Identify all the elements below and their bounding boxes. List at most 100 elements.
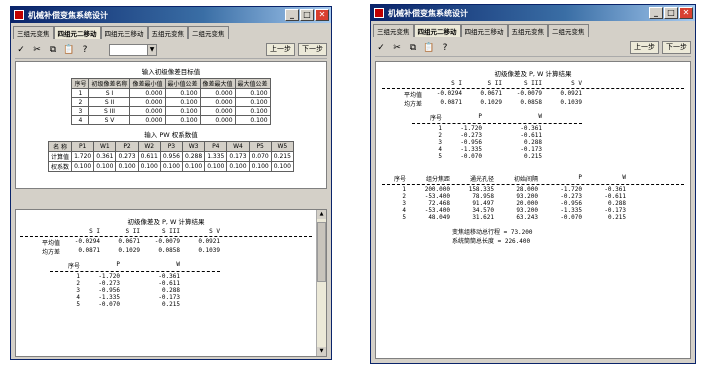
- table-cell[interactable]: 0.100: [71, 161, 95, 172]
- pw-weight-table: 名 称 P1 W1 P2 W2 P3 W3 P4 W4 P5 W5 计算值 1.720 0.361 0.27…: [48, 141, 294, 172]
- table-cell[interactable]: 0.100: [159, 161, 184, 172]
- tab-4[interactable]: 五组元变焦: [147, 26, 188, 39]
- table-cell[interactable]: S II: [88, 97, 131, 107]
- table-cell[interactable]: 0.273: [115, 151, 139, 162]
- right-results-panel[interactable]: 初级像差及 P, W 计算结果 S I S II S III S V 平均值 -0.0294…: [375, 61, 691, 359]
- table-cell[interactable]: 0.100: [234, 115, 271, 125]
- table-cell[interactable]: 0.100: [234, 106, 271, 116]
- tab-4[interactable]: 五组元变焦: [507, 24, 548, 37]
- table-cell[interactable]: 0.100: [234, 97, 271, 107]
- table-cell[interactable]: 1.335: [204, 151, 228, 162]
- left-title-bar[interactable]: 机械补偿变焦系统设计 _ □ ✕: [11, 7, 331, 23]
- minimize-button[interactable]: _: [649, 7, 663, 19]
- next-step-button[interactable]: 下一步: [298, 43, 327, 56]
- prev-step-button[interactable]: 上一步: [630, 41, 659, 54]
- next-step-button[interactable]: 下一步: [662, 41, 691, 54]
- maximize-button[interactable]: □: [300, 9, 314, 21]
- copy-icon[interactable]: ⧉: [407, 42, 419, 54]
- table-cell[interactable]: 0.070: [248, 151, 272, 162]
- table-cell[interactable]: 4: [71, 115, 90, 125]
- close-button[interactable]: ✕: [315, 9, 329, 21]
- tab-3[interactable]: 四组元三移动: [100, 26, 148, 39]
- help-icon[interactable]: ?: [79, 44, 91, 56]
- prev-step-button[interactable]: 上一步: [266, 43, 295, 56]
- scroll-down-icon[interactable]: ▼: [317, 347, 326, 356]
- tab-2[interactable]: 四组元二移动: [53, 26, 101, 39]
- table-cell[interactable]: 0.000: [129, 106, 166, 116]
- column-header: P2: [115, 141, 139, 152]
- table-cell[interactable]: 0.000: [129, 97, 166, 107]
- table-cell[interactable]: 0.100: [164, 88, 201, 98]
- table-cell[interactable]: 0.100: [234, 88, 271, 98]
- table-cell[interactable]: S I: [88, 88, 131, 98]
- tab-2[interactable]: 四组元二移动: [413, 24, 461, 37]
- table-cell[interactable]: 0.361: [93, 151, 117, 162]
- table-cell[interactable]: 0.000: [199, 115, 236, 125]
- option-dropdown[interactable]: ▼: [109, 43, 157, 56]
- cut-icon[interactable]: ✂: [391, 42, 403, 54]
- column-header: W3: [181, 141, 206, 152]
- table-cell[interactable]: 0.000: [199, 97, 236, 107]
- table-cell[interactable]: S III: [88, 106, 131, 116]
- table-cell[interactable]: 0.100: [270, 161, 294, 172]
- table-cell[interactable]: 0.611: [137, 151, 161, 162]
- table-cell[interactable]: 0.100: [164, 115, 201, 125]
- results-title: 初级像差及 P, W 计算结果: [127, 218, 205, 226]
- table-cell[interactable]: 0.100: [93, 161, 117, 172]
- cut-icon[interactable]: ✂: [31, 44, 43, 56]
- table-cell[interactable]: 1: [71, 88, 90, 98]
- tab-3[interactable]: 四组元三移动: [460, 24, 508, 37]
- table-cell[interactable]: 0.100: [164, 97, 201, 107]
- table-cell[interactable]: 0.288: [181, 151, 206, 162]
- table-cell[interactable]: 0.956: [159, 151, 184, 162]
- table-cell[interactable]: 0.100: [115, 161, 139, 172]
- help-icon[interactable]: ?: [439, 42, 451, 54]
- table-cell[interactable]: 0.100: [248, 161, 272, 172]
- result-value: 4: [76, 294, 80, 301]
- scroll-up-icon[interactable]: ▲: [317, 210, 326, 219]
- table-cell[interactable]: 0.173: [226, 151, 250, 162]
- check-icon[interactable]: ✓: [375, 42, 387, 54]
- table-cell[interactable]: S V: [88, 115, 131, 125]
- tab-1[interactable]: 三组元变焦: [373, 24, 414, 37]
- table-cell[interactable]: 0.215: [270, 151, 294, 162]
- close-button[interactable]: ✕: [679, 7, 693, 19]
- result-value: 2: [438, 132, 442, 139]
- table-cell[interactable]: 0.000: [199, 88, 236, 98]
- right-title-bar[interactable]: 机械补偿变焦系统设计 _ □ ✕: [371, 5, 695, 21]
- table-cell[interactable]: 3: [71, 106, 90, 116]
- table-cell[interactable]: 0.000: [129, 88, 166, 98]
- result-value: 0.215: [607, 214, 626, 221]
- table-cell[interactable]: 0.000: [129, 115, 166, 125]
- result-value: S I: [451, 80, 462, 87]
- result-value: 平均值: [403, 92, 422, 99]
- copy-icon[interactable]: ⧉: [47, 44, 59, 56]
- table-cell[interactable]: 0.100: [181, 161, 206, 172]
- left-results-panel[interactable]: 初级像差及 P, W 计算结果 S I S II S III S V 平均值 -0.0294…: [15, 209, 327, 357]
- table-cell[interactable]: 0.000: [199, 106, 236, 116]
- table-cell[interactable]: 1.720: [71, 151, 95, 162]
- table-cell[interactable]: 计算值: [48, 151, 73, 162]
- table-cell[interactable]: 2: [71, 97, 90, 107]
- table-cell[interactable]: 0.100: [164, 106, 201, 116]
- table2-caption: 输入 PW 权系数值: [144, 131, 198, 139]
- result-value: 4: [438, 146, 442, 153]
- result-value: 序号: [67, 263, 80, 270]
- tab-5[interactable]: 二组元变焦: [548, 24, 589, 37]
- result-value: -0.070: [460, 153, 482, 160]
- maximize-button[interactable]: □: [664, 7, 678, 19]
- minimize-button[interactable]: _: [285, 9, 299, 21]
- tab-1[interactable]: 三组元变焦: [13, 26, 54, 39]
- tab-5[interactable]: 二组元变焦: [188, 26, 229, 39]
- paste-icon[interactable]: 📋: [423, 42, 435, 54]
- scroll-thumb[interactable]: [317, 222, 326, 282]
- check-icon[interactable]: ✓: [15, 44, 27, 56]
- results-scrollbar[interactable]: ▲ ▼: [316, 210, 326, 356]
- paste-icon[interactable]: 📋: [63, 44, 75, 56]
- table-cell[interactable]: 0.100: [137, 161, 161, 172]
- table-cell[interactable]: 0.100: [226, 161, 250, 172]
- result-value: 均方差: [41, 249, 60, 256]
- pw-row: 3 -0.956 0.288: [20, 287, 312, 294]
- table-cell[interactable]: 权系数: [48, 161, 73, 172]
- table-cell[interactable]: 0.100: [204, 161, 228, 172]
